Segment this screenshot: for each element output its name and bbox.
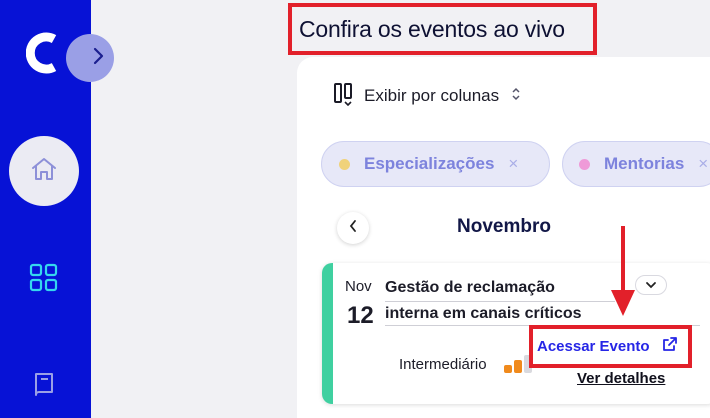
event-day: 12 bbox=[347, 302, 374, 329]
filter-chip-mentorias[interactable]: Mentorias × bbox=[562, 141, 710, 187]
level-bar bbox=[504, 365, 512, 373]
page-title: Confira os eventos ao vivo bbox=[299, 15, 565, 42]
close-icon[interactable]: × bbox=[508, 154, 518, 174]
access-event-button[interactable]: Acessar Evento bbox=[529, 325, 692, 368]
level-bar bbox=[514, 360, 522, 373]
close-icon[interactable]: × bbox=[698, 154, 708, 174]
page-title-highlight: Confira os eventos ao vivo bbox=[288, 3, 597, 55]
sidebar bbox=[0, 0, 114, 418]
book-icon bbox=[32, 373, 56, 401]
expand-event-button[interactable] bbox=[635, 275, 667, 295]
home-icon bbox=[30, 156, 58, 187]
chevron-updown-icon bbox=[511, 86, 521, 107]
chevron-down-icon bbox=[645, 276, 657, 294]
sidebar-toggle-button[interactable] bbox=[66, 34, 114, 82]
filter-chip-label: Especializações bbox=[364, 154, 495, 173]
grid-icon bbox=[29, 263, 59, 297]
filter-chip-label: Mentorias bbox=[604, 154, 685, 173]
chip-color-dot bbox=[579, 158, 590, 170]
event-title-line1: Gestão de reclamação bbox=[385, 276, 615, 302]
brand-logo-icon[interactable] bbox=[25, 31, 64, 75]
filter-chip-especializacoes[interactable]: Especializações × bbox=[321, 141, 550, 187]
event-title: Gestão de reclamação interna em canais c… bbox=[385, 276, 615, 326]
sidebar-item-home[interactable] bbox=[9, 136, 79, 206]
event-month: Nov bbox=[345, 278, 372, 295]
level-label: Intermediário bbox=[399, 356, 487, 373]
previous-month-button[interactable] bbox=[337, 212, 369, 244]
view-details-link[interactable]: Ver detalhes bbox=[577, 370, 665, 387]
view-mode-select[interactable]: Exibir por colunas bbox=[333, 82, 521, 110]
sidebar-item-library[interactable] bbox=[32, 371, 56, 397]
view-mode-label: Exibir por colunas bbox=[364, 86, 500, 105]
chevron-left-icon bbox=[348, 219, 358, 238]
event-accent-bar bbox=[322, 263, 333, 404]
chip-color-dot bbox=[339, 158, 350, 170]
chevron-right-icon bbox=[92, 47, 104, 70]
columns-icon bbox=[333, 82, 357, 111]
month-label: Novembro bbox=[457, 216, 551, 237]
external-link-icon bbox=[662, 336, 678, 357]
event-title-line2: interna em canais críticos bbox=[385, 305, 582, 322]
annotation-arrow bbox=[611, 226, 635, 316]
access-event-label: Acessar Evento bbox=[537, 338, 650, 355]
sidebar-item-dashboard[interactable] bbox=[29, 263, 59, 293]
